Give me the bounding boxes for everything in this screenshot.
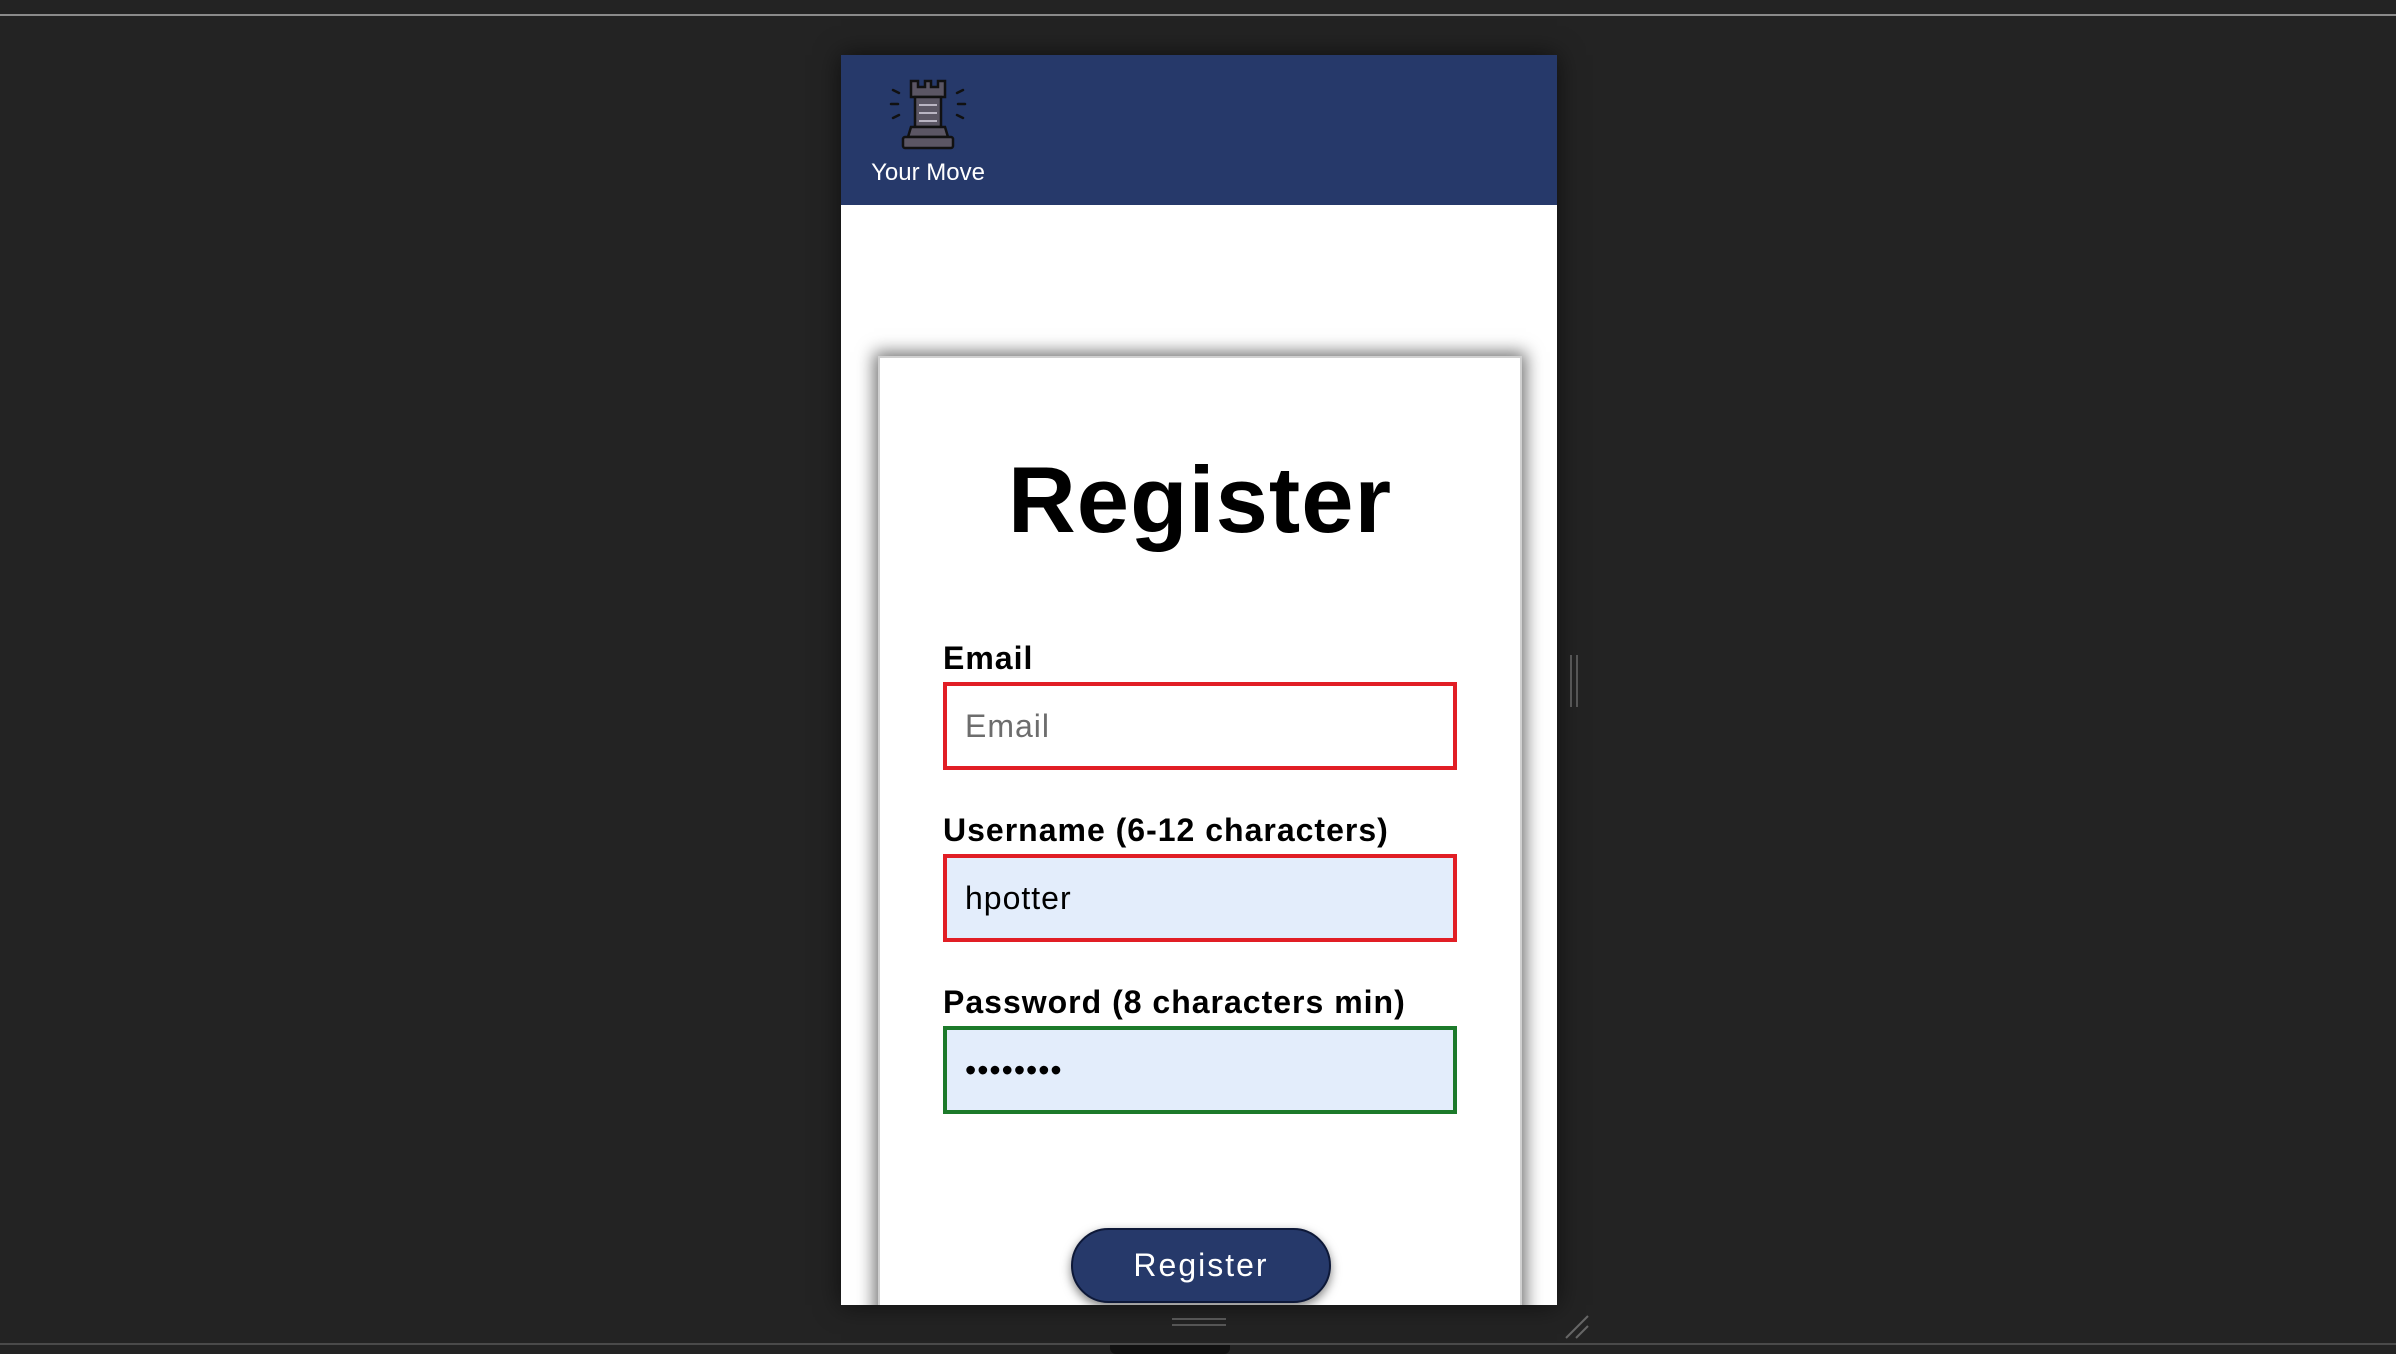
window-top-border (0, 14, 2396, 16)
password-input[interactable] (943, 1026, 1457, 1114)
username-input[interactable] (943, 854, 1457, 942)
page-title: Register (1007, 447, 1393, 552)
chess-rook-icon (889, 79, 967, 150)
bottom-drawer-tab[interactable] (1110, 1345, 1230, 1354)
email-input[interactable] (943, 682, 1457, 770)
username-label: Username (6-12 characters) (943, 812, 1389, 848)
password-label: Password (8 characters min) (943, 984, 1406, 1020)
viewport-resize-handle-right[interactable] (1570, 655, 1578, 707)
viewport-resize-corner-icon[interactable] (1562, 1312, 1590, 1340)
register-button[interactable]: Register (1071, 1228, 1331, 1303)
responsive-viewport: Your Move Register Email Username (6-12 … (841, 55, 1557, 1305)
navbar: Your Move (841, 55, 1557, 205)
register-card: Register Email Username (6-12 characters… (878, 356, 1522, 1305)
brand-name: Your Move (871, 159, 985, 186)
viewport-resize-handle-bottom[interactable] (1172, 1318, 1226, 1326)
email-label: Email (943, 640, 1034, 676)
brand-link[interactable]: Your Move (863, 75, 993, 200)
